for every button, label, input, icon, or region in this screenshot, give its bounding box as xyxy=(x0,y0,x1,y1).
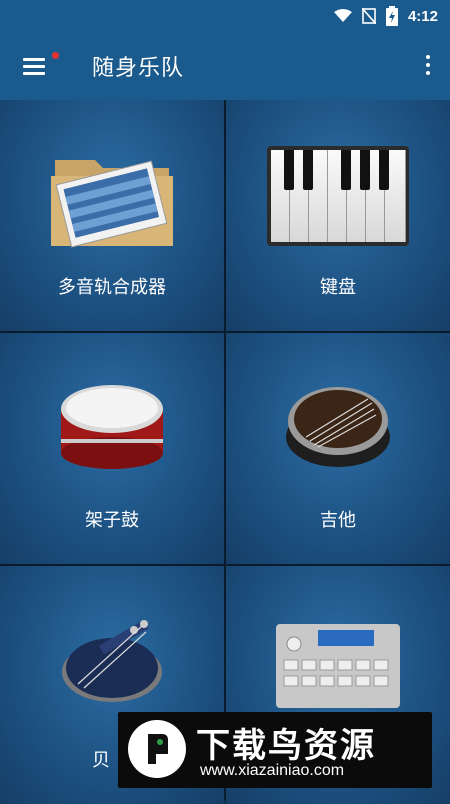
instrument-label: 吉他 xyxy=(320,510,356,531)
wifi-icon xyxy=(333,9,352,22)
watermark-banner: 下载鸟资源 www.xiazainiao.com xyxy=(118,712,432,788)
status-bar: 4:12 xyxy=(0,0,450,32)
hamburger-menu-icon[interactable] xyxy=(16,48,59,82)
instrument-grid: 多音轨合成器 键盘 架子鼓 吉他 贝 xyxy=(0,100,450,804)
bass-icon xyxy=(62,619,162,702)
app-bar: 随身乐队 xyxy=(0,32,450,100)
piano-keyboard-icon xyxy=(267,146,409,246)
drum-machine-icon xyxy=(276,624,400,708)
instrument-tile-guitar[interactable]: 吉他 xyxy=(226,333,450,564)
app-title: 随身乐队 xyxy=(92,56,185,81)
instrument-tile-keyboard[interactable]: 键盘 xyxy=(226,100,450,331)
instrument-tile-multitrack[interactable]: 多音轨合成器 xyxy=(0,100,224,331)
drum-icon xyxy=(61,385,163,469)
instrument-label: 多音轨合成器 xyxy=(58,277,166,298)
more-vert-icon[interactable] xyxy=(420,52,436,82)
bird-logo-icon xyxy=(128,720,186,778)
instrument-label: 键盘 xyxy=(320,277,356,298)
watermark-url: www.xiazainiao.com xyxy=(200,762,345,779)
notification-dot xyxy=(52,52,59,59)
status-time: 4:12 xyxy=(407,7,438,25)
instrument-tile-drums[interactable]: 架子鼓 xyxy=(0,333,224,564)
watermark-title: 下载鸟资源 xyxy=(196,726,376,766)
guitar-icon xyxy=(286,387,390,467)
instrument-label: 架子鼓 xyxy=(85,510,139,531)
multitrack-folder-icon xyxy=(51,160,173,248)
no-sim-icon xyxy=(361,8,376,24)
battery-charging-icon xyxy=(385,6,398,26)
